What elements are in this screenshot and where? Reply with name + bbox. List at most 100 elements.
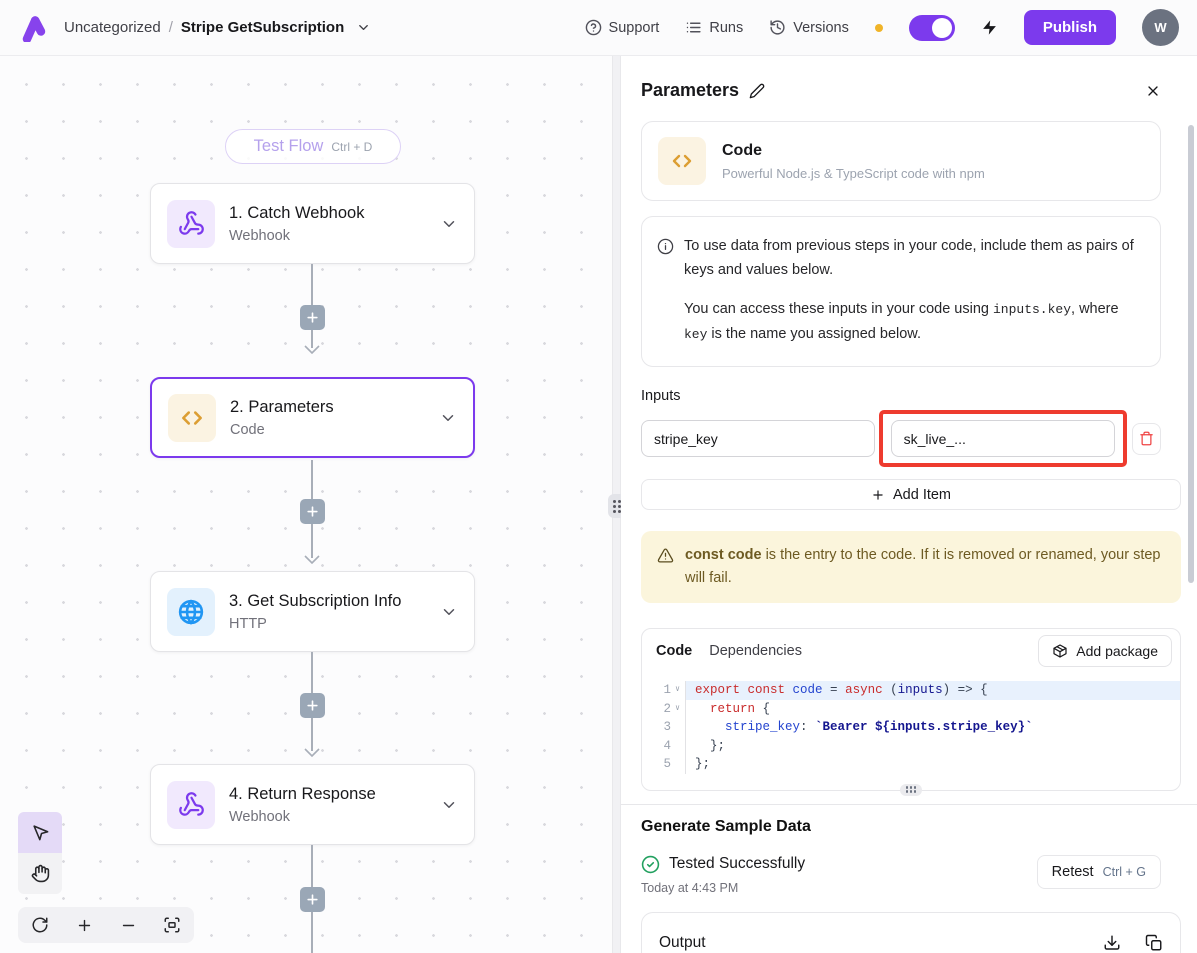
runs-label: Runs	[709, 20, 743, 36]
inline-code: key	[684, 327, 707, 342]
add-step-button[interactable]	[300, 499, 325, 524]
output-card: Output	[641, 912, 1181, 953]
fit-view-button[interactable]	[155, 910, 189, 940]
warning-bold: const code	[685, 547, 762, 563]
code-line[interactable]: 4 };	[642, 737, 1180, 756]
webhook-icon	[167, 200, 215, 248]
output-heading: Output	[659, 934, 706, 952]
panel-resize-strip[interactable]	[612, 56, 621, 953]
download-output-button[interactable]	[1103, 934, 1121, 952]
tab-code[interactable]: Code	[656, 643, 692, 659]
canvas-tool-column	[18, 812, 62, 894]
delete-input-button[interactable]	[1132, 423, 1161, 455]
node-collapse-button[interactable]	[439, 409, 457, 427]
header-actions: Support Runs Versions Publish W	[585, 9, 1179, 46]
flow-canvas[interactable]: Test Flow Ctrl + D 1. Catch Webhook Webh…	[0, 56, 612, 953]
flow-menu-button[interactable]	[356, 20, 371, 35]
check-circle-icon	[641, 855, 660, 874]
breadcrumb: Uncategorized / Stripe GetSubscription	[64, 19, 371, 36]
code-line[interactable]: 3 stripe_key: `Bearer ${inputs.stripe_ke…	[642, 718, 1180, 737]
package-icon	[1052, 643, 1068, 659]
editor-resize-handle[interactable]	[900, 784, 922, 796]
rename-step-button[interactable]	[749, 83, 765, 99]
node-collapse-button[interactable]	[440, 796, 458, 814]
top-bar: Uncategorized / Stripe GetSubscription S…	[0, 0, 1197, 56]
hand-icon	[31, 864, 50, 883]
info-text: To use data from previous steps in your …	[684, 234, 1142, 347]
chevron-down-icon	[440, 603, 458, 621]
unsaved-status-dot	[875, 24, 883, 32]
test-flow-label: Test Flow	[254, 137, 324, 156]
step-type-card[interactable]: Code Powerful Node.js & TypeScript code …	[641, 121, 1161, 201]
help-circle-icon	[585, 19, 602, 36]
tab-dependencies[interactable]: Dependencies	[709, 643, 802, 659]
connector-arrow-icon	[304, 345, 320, 354]
parameters-panel: Parameters Code Powerful Node.js & TypeS…	[621, 56, 1197, 953]
add-step-button[interactable]	[300, 887, 325, 912]
panel-header: Parameters	[641, 80, 1161, 101]
code-line[interactable]: 1∨export const code = async (inputs) => …	[642, 681, 1180, 700]
zoom-in-button[interactable]	[67, 910, 101, 940]
support-button[interactable]: Support	[585, 19, 660, 36]
code-lines[interactable]: 1∨export const code = async (inputs) => …	[642, 673, 1180, 790]
runs-button[interactable]: Runs	[685, 19, 743, 36]
node-get-subscription-info[interactable]: 3. Get Subscription Info HTTP	[150, 571, 475, 652]
plus-icon	[306, 699, 319, 712]
info-p2-pre: You can access these inputs in your code…	[684, 301, 993, 317]
panel-scrollbar[interactable]	[1188, 125, 1194, 583]
pan-tool-button[interactable]	[18, 853, 62, 894]
node-parameters[interactable]: 2. Parameters Code	[150, 377, 475, 458]
test-status-row: Tested Successfully Today at 4:43 PM Ret…	[641, 855, 1161, 895]
app-logo-icon[interactable]	[20, 14, 48, 42]
reset-view-button[interactable]	[23, 910, 57, 940]
breadcrumb-separator: /	[169, 19, 173, 36]
close-panel-button[interactable]	[1145, 83, 1161, 99]
status-text: Tested Successfully	[669, 855, 805, 873]
node-collapse-button[interactable]	[440, 603, 458, 621]
support-label: Support	[609, 20, 660, 36]
editor-header: Code Dependencies Add package	[642, 629, 1180, 673]
breadcrumb-flow-name[interactable]: Stripe GetSubscription	[181, 19, 344, 36]
node-text: 2. Parameters Code	[230, 398, 425, 438]
chevron-down-icon	[439, 409, 457, 427]
node-return-response[interactable]: 4. Return Response Webhook	[150, 764, 475, 845]
test-flow-button[interactable]: Test Flow Ctrl + D	[225, 129, 401, 164]
plus-icon	[871, 488, 885, 502]
select-tool-button[interactable]	[18, 812, 62, 853]
retest-shortcut: Ctrl + G	[1103, 865, 1146, 879]
node-collapse-button[interactable]	[440, 215, 458, 233]
copy-output-button[interactable]	[1145, 934, 1163, 952]
publish-button[interactable]: Publish	[1024, 10, 1116, 45]
output-actions	[1103, 934, 1163, 952]
panel-title: Parameters	[641, 80, 739, 101]
input-value-field[interactable]	[891, 420, 1116, 457]
zoom-out-button[interactable]	[111, 910, 145, 940]
versions-button[interactable]: Versions	[769, 19, 849, 36]
warning-text: const code is the entry to the code. If …	[685, 544, 1165, 590]
flow-enabled-toggle[interactable]	[909, 15, 955, 41]
connector-arrow-icon	[304, 555, 320, 564]
versions-label: Versions	[793, 20, 849, 36]
plus-icon	[76, 917, 93, 934]
code-icon	[168, 394, 216, 442]
add-step-button[interactable]	[300, 693, 325, 718]
code-line[interactable]: 5};	[642, 755, 1180, 774]
breadcrumb-category[interactable]: Uncategorized	[64, 19, 161, 36]
annotation-highlight	[879, 410, 1128, 467]
info-note: To use data from previous steps in your …	[641, 216, 1161, 367]
add-step-button[interactable]	[300, 305, 325, 330]
node-subtitle: Webhook	[229, 809, 426, 825]
add-item-button[interactable]: Add Item	[641, 479, 1181, 510]
retest-button[interactable]: Retest Ctrl + G	[1037, 855, 1161, 889]
code-line[interactable]: 2∨ return {	[642, 700, 1180, 719]
node-catch-webhook[interactable]: 1. Catch Webhook Webhook	[150, 183, 475, 264]
add-package-button[interactable]: Add package	[1038, 635, 1172, 667]
avatar[interactable]: W	[1142, 9, 1179, 46]
warning-triangle-icon	[657, 547, 674, 564]
lightning-icon[interactable]	[981, 18, 998, 37]
step-type-name: Code	[722, 142, 985, 160]
node-subtitle: HTTP	[229, 616, 426, 632]
input-key-field[interactable]	[641, 420, 875, 457]
refresh-icon	[31, 916, 49, 934]
node-subtitle: Code	[230, 422, 425, 438]
